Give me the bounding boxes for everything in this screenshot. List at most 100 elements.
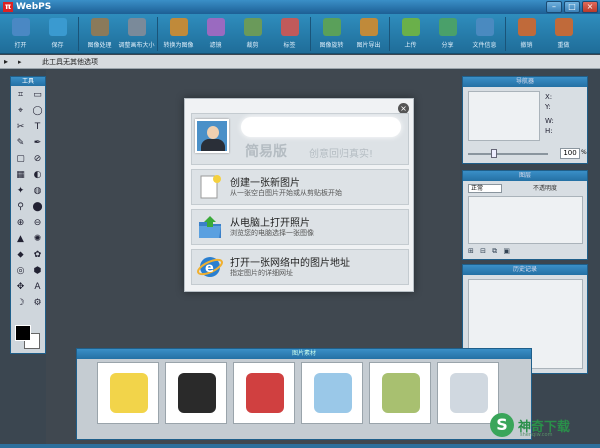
opacity-control[interactable]: 不透明度 — [533, 184, 583, 193]
thumbnail-2[interactable] — [165, 362, 227, 424]
toolbar-button-4[interactable]: 转换为图像 — [160, 14, 197, 54]
tool-button-19[interactable]: ✺ — [30, 232, 45, 246]
tools-grid: ⌗ ▭ ⌖ ◯ ✂ T ✎ ✒ ▢ ⊘ ▦ ◐ ✦ ◍ ⚲ ⬤ ⊕ ⊖ ▲ ✺ ⬥ ✿ ◎ ⬢ ✥ A ☽ ⚙ — [11, 86, 45, 312]
toolbar-button-1[interactable]: 保存 — [39, 14, 76, 54]
toolbar-button-label: 裁剪 — [246, 42, 259, 49]
option-subtitle: 从一张空白图片开始或从剪贴板开始 — [230, 189, 342, 197]
tool-button-8[interactable]: ▢ — [13, 152, 28, 166]
tool-options-bar: ▸ ▸ 此工具无其他选项 — [0, 55, 600, 69]
thumbnail-image — [246, 373, 284, 413]
rotate-icon — [322, 18, 341, 36]
toolbar-button-14[interactable]: 重做 — [545, 14, 582, 54]
maximize-button[interactable]: □ — [564, 1, 580, 13]
tool-button-13[interactable]: ◍ — [30, 184, 45, 198]
file-info-icon — [475, 18, 494, 36]
tool-button-5[interactable]: T — [30, 120, 45, 134]
layers-list[interactable] — [468, 196, 583, 244]
tool-button-7[interactable]: ✒ — [30, 136, 45, 150]
tool-button-6[interactable]: ✎ — [13, 136, 28, 150]
blend-mode-value: 正常 — [471, 185, 484, 192]
toolbar-button-label: 文件信息 — [472, 42, 497, 49]
tool-button-10[interactable]: ▦ — [13, 168, 28, 182]
toolbar-button-label: 分享 — [441, 42, 454, 49]
pointer-icon: ▸ — [4, 57, 9, 66]
toolbar-button-11[interactable]: 分享 — [429, 14, 466, 54]
open-from-computer-option[interactable]: 从电脑上打开照片 浏览您的电脑选择一张图像 — [191, 209, 409, 245]
tool-button-12[interactable]: ✦ — [13, 184, 28, 198]
share-icon — [438, 18, 457, 36]
thumbnail-image — [178, 373, 216, 413]
toolbar-button-5[interactable]: 滤镜 — [197, 14, 234, 54]
zoom-unit: % — [581, 149, 587, 156]
window-title: WebPS — [16, 2, 52, 12]
toolbar-button-3[interactable]: 调整画布大小 — [118, 14, 155, 54]
thumbnail-image — [450, 373, 488, 413]
new-document-icon — [200, 175, 221, 199]
thumbnail-3[interactable] — [233, 362, 295, 424]
tool-button-25[interactable]: A — [30, 280, 45, 294]
blend-mode-select[interactable]: 正常 — [468, 184, 502, 193]
tool-button-20[interactable]: ⬥ — [13, 248, 28, 262]
open-from-url-option[interactable]: e 打开一张网络中的图片地址 指定图片的详细网址 — [191, 249, 409, 285]
option-subtitle: 浏览您的电脑选择一张图像 — [230, 229, 314, 237]
minimize-button[interactable]: – — [546, 1, 562, 13]
zoom-slider-handle[interactable] — [491, 149, 497, 158]
open-icon — [11, 18, 30, 36]
tool-button-9[interactable]: ⊘ — [30, 152, 45, 166]
site-watermark: S 神奇下载 shenqiw.com — [490, 408, 594, 442]
tool-button-22[interactable]: ◎ — [13, 264, 28, 278]
zoom-input[interactable]: 100 — [560, 148, 580, 159]
thumbnail-5[interactable] — [369, 362, 431, 424]
toolbar-button-label: 保存 — [51, 42, 64, 49]
foreground-color-swatch[interactable] — [15, 325, 31, 341]
toolbar-button-0[interactable]: 打开 — [2, 14, 39, 54]
thumbnail-image — [314, 373, 352, 413]
tool-button-3[interactable]: ◯ — [30, 104, 45, 118]
tool-button-17[interactable]: ⊖ — [30, 216, 45, 230]
tool-button-15[interactable]: ⬤ — [30, 200, 45, 214]
toolbar-separator — [78, 17, 79, 51]
create-new-image-option[interactable]: 创建一张新图片 从一张空白图片开始或从剪贴板开始 — [191, 169, 409, 205]
options-dropdown-icon[interactable]: ▸ — [18, 58, 28, 66]
tool-button-26[interactable]: ☽ — [13, 296, 28, 310]
tool-button-0[interactable]: ⌗ — [13, 88, 28, 102]
tool-button-27[interactable]: ⚙ — [30, 296, 45, 310]
layer-action-buttons[interactable]: ⊞ ⊟ ⧉ ▣ — [468, 247, 512, 256]
tool-button-2[interactable]: ⌖ — [13, 104, 28, 118]
option-title: 从电脑上打开照片 — [230, 218, 310, 229]
thumbnail-4[interactable] — [301, 362, 363, 424]
tool-button-23[interactable]: ⬢ — [30, 264, 45, 278]
tool-button-16[interactable]: ⊕ — [13, 216, 28, 230]
toolbar-button-9[interactable]: 图片导出 — [350, 14, 387, 54]
tag-icon — [280, 18, 299, 36]
navigator-preview[interactable] — [468, 91, 540, 141]
tool-button-11[interactable]: ◐ — [30, 168, 45, 182]
tool-button-4[interactable]: ✂ — [13, 120, 28, 134]
thumbnail-strip: 图片素材 — [76, 348, 532, 440]
toolbar-button-8[interactable]: 图像旋转 — [313, 14, 350, 54]
redo-icon — [554, 18, 573, 36]
tool-button-21[interactable]: ✿ — [30, 248, 45, 262]
watermark-logo-icon: S — [490, 413, 514, 437]
tool-button-14[interactable]: ⚲ — [13, 200, 28, 214]
tool-button-18[interactable]: ▲ — [13, 232, 28, 246]
toolbar-button-10[interactable]: 上传 — [392, 14, 429, 54]
toolbar-button-label: 上传 — [404, 42, 417, 49]
toolbar-button-6[interactable]: 裁剪 — [234, 14, 271, 54]
close-button[interactable]: × — [582, 1, 598, 13]
toolbar-button-label: 重做 — [557, 42, 570, 49]
toolbar-button-12[interactable]: 文件信息 — [466, 14, 503, 54]
zoom-slider-track[interactable] — [468, 153, 548, 155]
thumbnail-strip-title: 图片素材 — [77, 349, 531, 359]
toolbar-button-13[interactable]: 撤销 — [508, 14, 545, 54]
toolbar-button-7[interactable]: 标签 — [271, 14, 308, 54]
toolbar-button-2[interactable]: 图像处理 — [81, 14, 118, 54]
undo-icon — [517, 18, 536, 36]
toolbar-separator — [310, 17, 311, 51]
color-swatches[interactable] — [14, 325, 42, 349]
thumbnail-1[interactable] — [97, 362, 159, 424]
option-subtitle: 指定图片的详细网址 — [230, 269, 293, 277]
tool-button-1[interactable]: ▭ — [30, 88, 45, 102]
option-title: 打开一张网络中的图片地址 — [230, 258, 350, 269]
tool-button-24[interactable]: ✥ — [13, 280, 28, 294]
